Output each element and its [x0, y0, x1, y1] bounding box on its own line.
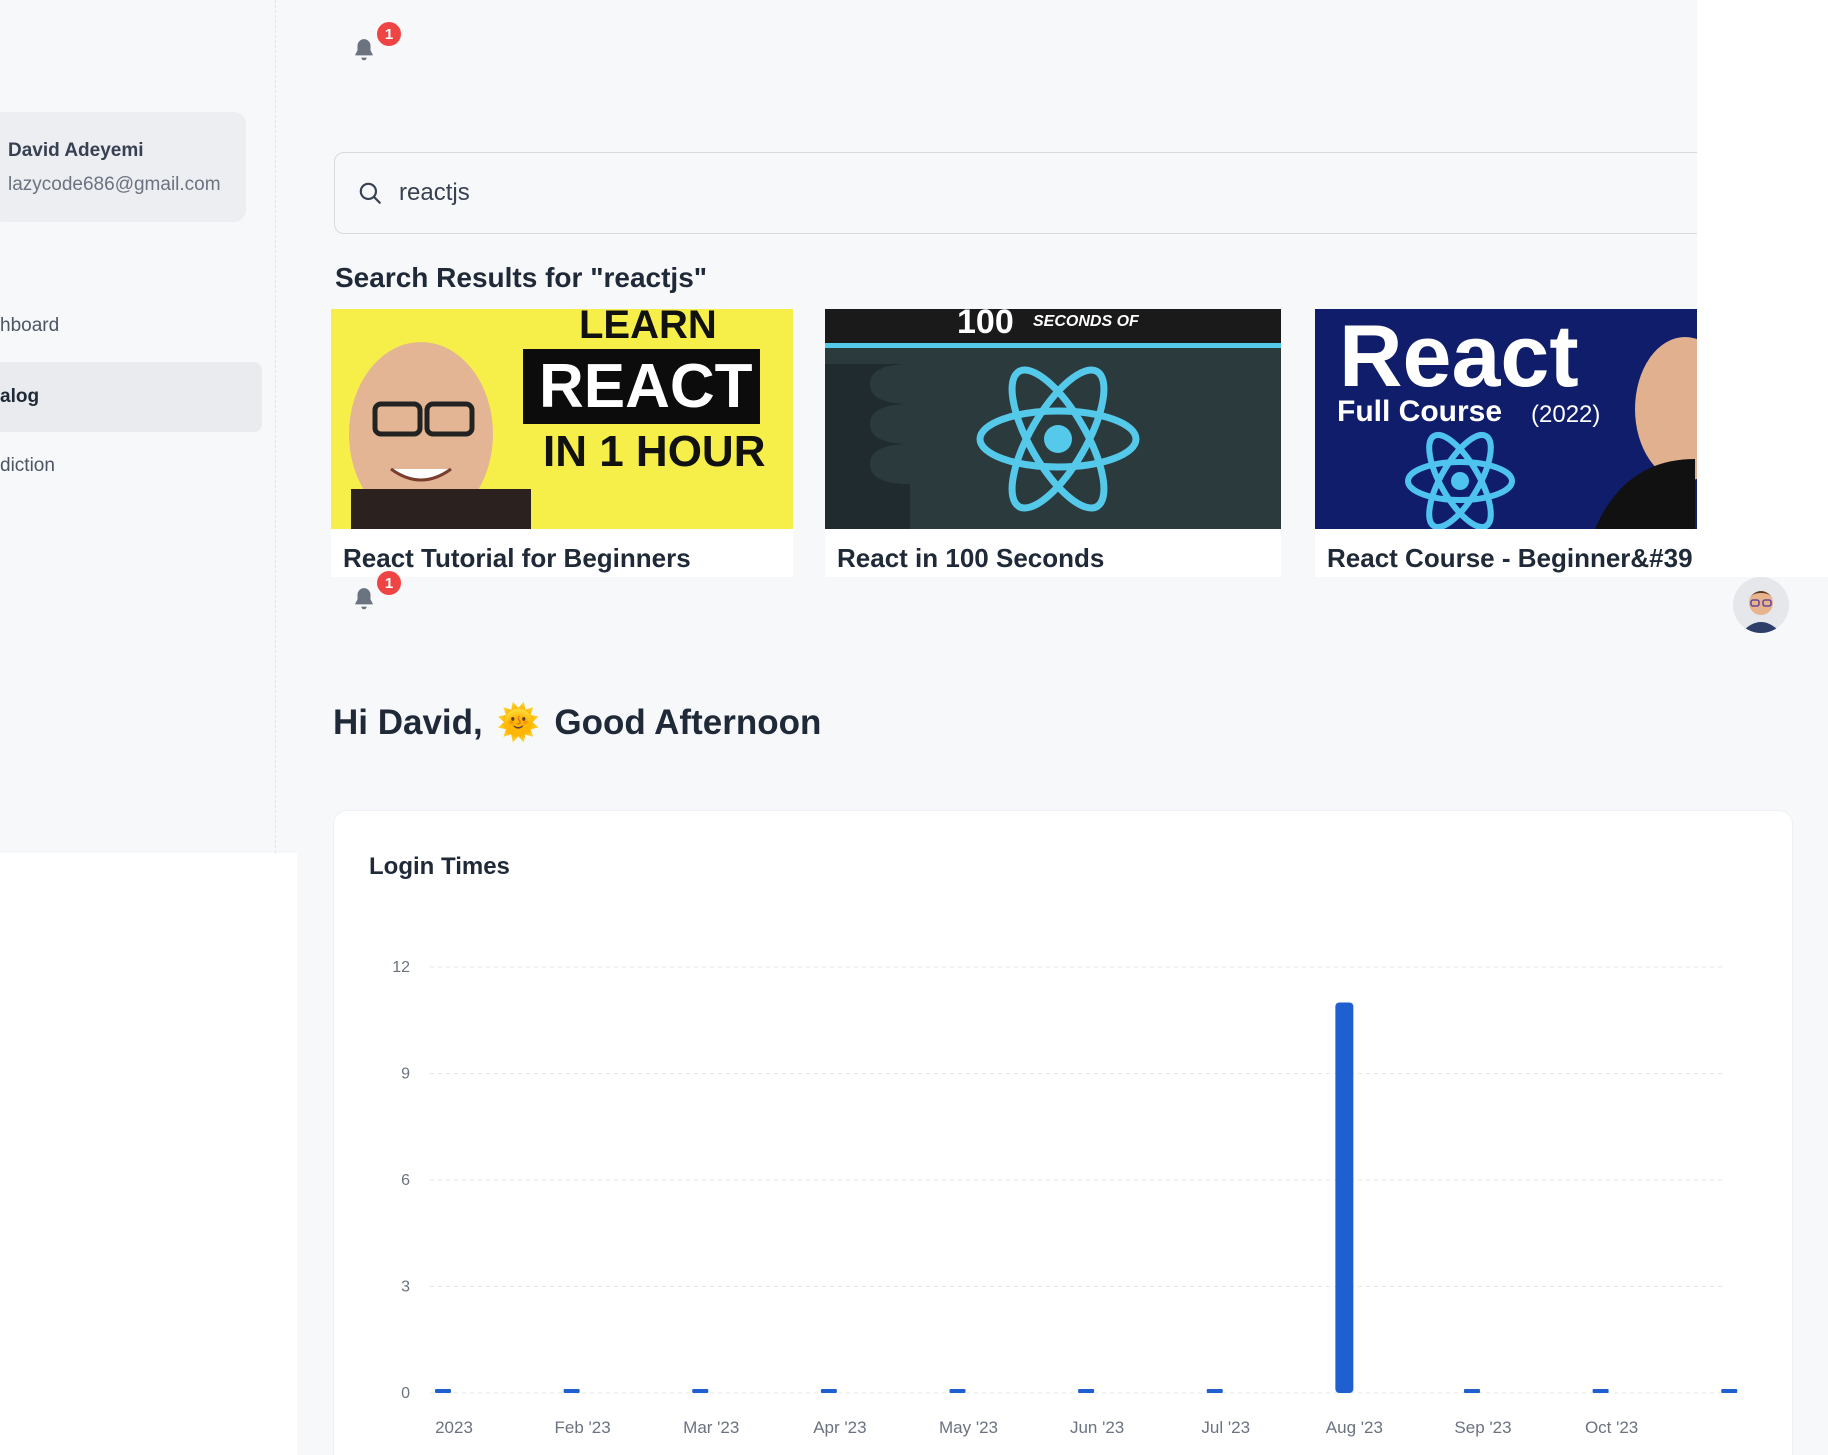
thumbnail-text: 100 [957, 309, 1014, 341]
avatar-image [1733, 577, 1789, 633]
thumbnail-text: Full Course [1337, 395, 1503, 428]
greeting-salutation: Good Afternoon [554, 702, 822, 742]
x-tick-label: Sep '23 [1454, 1418, 1511, 1437]
y-tick-label: 0 [401, 1385, 410, 1402]
video-title: React Tutorial for Beginners [343, 543, 691, 573]
notification-button[interactable]: 1 [345, 20, 403, 68]
video-thumbnail: 100 SECONDS OF [825, 309, 1281, 529]
user-card[interactable]: David Adeyemi lazycode686@gmail.com [0, 112, 246, 222]
sidebar-item-prediction[interactable]: diction [0, 431, 262, 501]
login-times-chart: 0 3 6 9 12 2023 Feb '23 Mar '23 Apr '23 May '23 Ju… [392, 959, 1738, 1437]
search-panel: 1 Search Results for "reactjs" LEARN REA… [276, 0, 1697, 577]
bar[interactable] [435, 1389, 451, 1393]
y-tick-label: 9 [401, 1066, 410, 1083]
x-tick-label: Mar '23 [683, 1418, 739, 1437]
bar[interactable] [949, 1389, 966, 1393]
video-card[interactable]: React Full Course (2022) React Course - … [1315, 309, 1697, 577]
sidebar-item-label: hboard [0, 315, 60, 336]
x-tick-label: Jun '23 [1070, 1418, 1124, 1437]
search-results-title: Search Results for "reactjs" [335, 262, 708, 293]
x-tick-label: Feb '23 [555, 1418, 611, 1437]
x-tick-label: Jul '23 [1201, 1418, 1250, 1437]
bar[interactable] [1721, 1389, 1738, 1393]
blank-area [0, 853, 297, 1455]
video-title: React Course - Beginner&#39 [1327, 543, 1693, 573]
bar[interactable] [1463, 1389, 1480, 1393]
thumbnail-text: IN 1 HOUR [543, 427, 766, 476]
bar[interactable] [563, 1389, 580, 1393]
sidebar-item-label: alog [0, 386, 40, 407]
thumbnail-text: (2022) [1531, 401, 1601, 428]
y-tick-label: 12 [392, 959, 410, 976]
sidebar: David Adeyemi lazycode686@gmail.com hboa… [0, 0, 276, 853]
bar[interactable] [1592, 1389, 1609, 1393]
video-card[interactable]: LEARN REACT IN 1 HOUR React Tutorial for… [331, 309, 793, 577]
thumbnail-text: SECONDS OF [1033, 313, 1139, 330]
user-name: David Adeyemi [8, 140, 144, 161]
video-card[interactable]: 100 SECONDS OF React in 100 Seconds [825, 309, 1281, 577]
x-tick-label: 2023 [435, 1418, 473, 1437]
sidebar-item-catalog[interactable]: alog [0, 362, 262, 432]
notification-button[interactable]: 1 [345, 569, 403, 617]
avatar[interactable] [1733, 577, 1789, 633]
thumbnail-text: REACT [539, 352, 753, 421]
bar[interactable] [692, 1389, 709, 1393]
notification-badge: 1 [375, 569, 403, 597]
y-tick-label: 6 [401, 1172, 410, 1189]
sidebar-item-dashboard[interactable]: hboard [0, 291, 262, 361]
sun-emoji-icon: 🌞 [496, 703, 541, 742]
x-tick-label: Apr '23 [813, 1418, 866, 1437]
notification-badge: 1 [375, 20, 403, 48]
bar[interactable] [1335, 1002, 1354, 1394]
login-times-card: Login Times 0 3 6 9 12 2023 Feb '23 Mar '23 Apr … [333, 810, 1793, 1455]
video-thumbnail: React Full Course (2022) [1315, 309, 1697, 529]
x-tick-label: Oct '23 [1585, 1418, 1638, 1437]
thumbnail-text: React [1339, 309, 1579, 405]
greeting: Hi David, 🌞 Good Afternoon [333, 702, 821, 743]
user-email: lazycode686@gmail.com [8, 174, 221, 195]
thumbnail-text: LEARN [579, 309, 717, 347]
x-tick-label: May '23 [939, 1418, 998, 1437]
video-thumbnail: LEARN REACT IN 1 HOUR [331, 309, 793, 529]
bell-icon [355, 588, 373, 610]
search-icon [359, 182, 381, 204]
sidebar-item-label: diction [0, 455, 55, 476]
x-tick-label: Aug '23 [1326, 1418, 1383, 1437]
search-bar[interactable] [334, 152, 1697, 234]
bar[interactable] [820, 1389, 837, 1393]
y-tick-label: 3 [401, 1279, 410, 1296]
search-input[interactable] [399, 179, 1599, 207]
bar[interactable] [1078, 1389, 1095, 1393]
bell-icon [355, 39, 373, 61]
video-title: React in 100 Seconds [837, 543, 1105, 573]
greeting-hi: Hi David, [333, 702, 483, 742]
dashboard-main: 1 Hi David, 🌞 Good Afternoon Login Times… [276, 569, 1828, 1455]
bar[interactable] [1206, 1389, 1223, 1393]
